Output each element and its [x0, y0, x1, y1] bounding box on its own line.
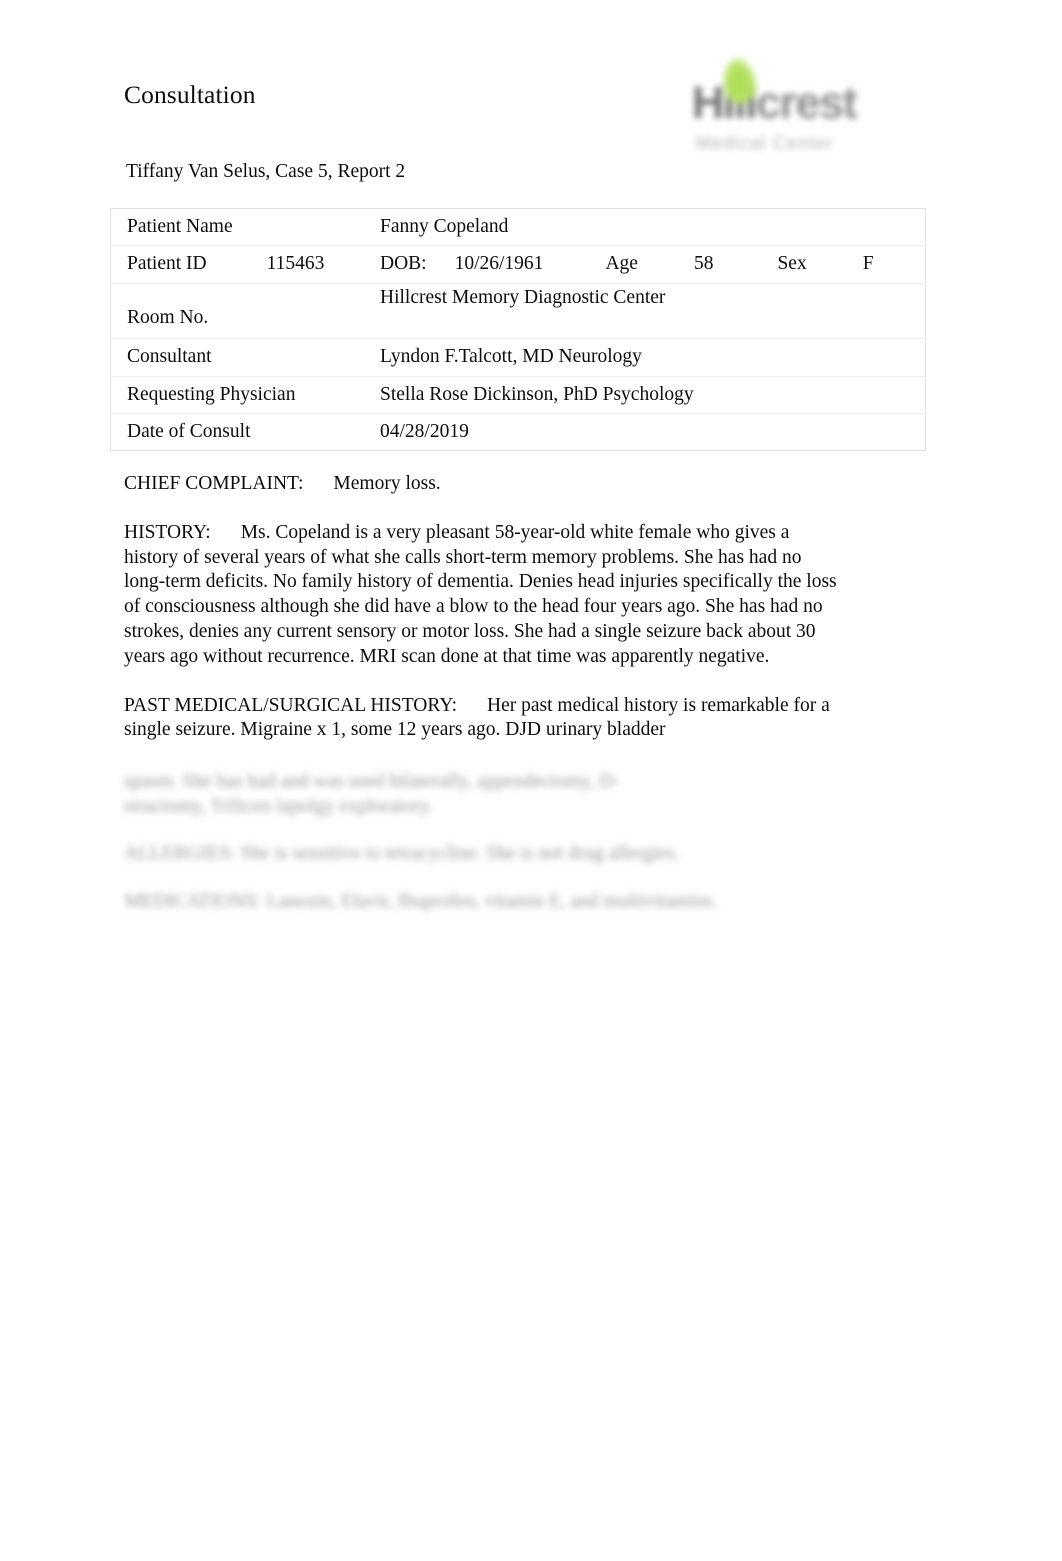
label-requesting-physician: Requesting Physician	[127, 383, 296, 405]
cell-label-requesting-physician: Requesting Physician	[110, 376, 364, 414]
logo-tagline: Medical Center	[696, 133, 834, 153]
cell-label-room-no: Room No.	[110, 283, 364, 340]
cell-value-patient-name: Fanny Copeland	[364, 208, 926, 247]
value-facility: Hillcrest Memory Diagnostic Center	[380, 286, 666, 308]
label-age: Age	[605, 253, 638, 275]
redacted-text-continuation: spasm. She has had and was used bilatera…	[124, 771, 620, 817]
table-row-consultant: Consultant Lyndon F.Talcott, MD Neurolog…	[110, 338, 926, 377]
document-page: Consultation Hillcrest Medical Center Ti…	[0, 0, 1062, 1561]
cell-value-demographics: DOB: 10/26/1961 Age 58 Sex F	[364, 245, 926, 284]
redacted-text-medications: MEDICATIONS: Lanoxin, Elavir, Ibuprofen,…	[124, 891, 717, 912]
logo-wordmark: Hillcrest	[692, 77, 858, 128]
document-body: CHIEF COMPLAINT: Memory loss. HISTORY: Ms.…	[124, 472, 844, 743]
logo-graphic: Hillcrest Medical Center	[680, 54, 930, 171]
value-sex: F	[862, 253, 874, 275]
table-row-patient-id: Patient ID 115463 DOB: 10/26/1961 Age 58 Sex F	[110, 245, 926, 284]
value-patient-id: 115463	[266, 253, 325, 275]
value-requesting-physician: Stella Rose Dickinson, PhD Psychology	[380, 383, 694, 405]
page-title: Consultation	[124, 80, 256, 109]
label-patient-name: Patient Name	[127, 216, 233, 237]
label-patient-id: Patient ID	[127, 253, 207, 275]
label-past-medical-surgical-history: PAST MEDICAL/SURGICAL HISTORY:	[124, 694, 458, 716]
value-consultant: Lyndon F.Talcott, MD Neurology	[380, 346, 642, 368]
patient-info-table: Patient Name Fanny Copeland Patient ID 11…	[110, 208, 926, 452]
table-row-requesting-physician: Requesting Physician Stella Rose Dickins…	[110, 376, 926, 414]
hillcrest-logo: Hillcrest Medical Center	[680, 54, 930, 171]
label-history: HISTORY:	[124, 521, 211, 543]
value-age: 58	[693, 253, 714, 275]
value-date-of-consult: 04/28/2019	[380, 420, 469, 442]
cell-label-consultant: Consultant	[110, 338, 364, 377]
table-row-patient-name: Patient Name Fanny Copeland	[110, 208, 926, 247]
redacted-text-allergies: ALLERGIES: She is sensitive to tetracycl…	[124, 843, 680, 864]
demographics-group: DOB: 10/26/1961 Age 58 Sex F	[364, 246, 925, 282]
section-past-medical-surgical-history: PAST MEDICAL/SURGICAL HISTORY: Her past m…	[124, 694, 844, 744]
cell-label-patient-id: Patient ID 115463	[110, 245, 364, 284]
section-chief-complaint: CHIEF COMPLAINT: Memory loss.	[124, 472, 844, 497]
logo-wordmark-second: crest	[756, 77, 858, 128]
label-chief-complaint: CHIEF COMPLAINT:	[124, 473, 304, 494]
table-row-room-no: Room No. Hillcrest Memory Diagnostic Cen…	[110, 283, 926, 340]
cell-value-facility: Hillcrest Memory Diagnostic Center	[364, 283, 926, 340]
label-consultant: Consultant	[127, 346, 212, 368]
text-chief-complaint: Memory loss.	[333, 473, 441, 494]
value-patient-name: Fanny Copeland	[380, 216, 509, 237]
value-dob: 10/26/1961	[454, 253, 544, 275]
label-room-no: Room No.	[127, 306, 209, 328]
section-history: HISTORY: Ms. Copeland is a very pleasant …	[124, 521, 844, 670]
text-history: Ms. Copeland is a very pleasant 58-year-…	[124, 521, 837, 667]
cell-label-date-of-consult: Date of Consult	[111, 413, 365, 450]
cell-value-consultant: Lyndon F.Talcott, MD Neurology	[364, 338, 926, 377]
report-subtitle: Tiffany Van Selus, Case 5, Report 2	[126, 161, 406, 182]
table-row-date-of-consult: Date of Consult 04/28/2019	[111, 413, 926, 450]
label-dob: DOB:	[380, 253, 427, 275]
cell-label-patient-name: Patient Name	[110, 208, 364, 247]
patient-id-group: Patient ID 115463	[111, 246, 364, 282]
cell-value-date-of-consult: 04/28/2019	[364, 413, 926, 450]
label-sex: Sex	[777, 253, 807, 275]
cell-value-requesting-physician: Stella Rose Dickinson, PhD Psychology	[364, 376, 926, 414]
label-date-of-consult: Date of Consult	[127, 420, 251, 442]
